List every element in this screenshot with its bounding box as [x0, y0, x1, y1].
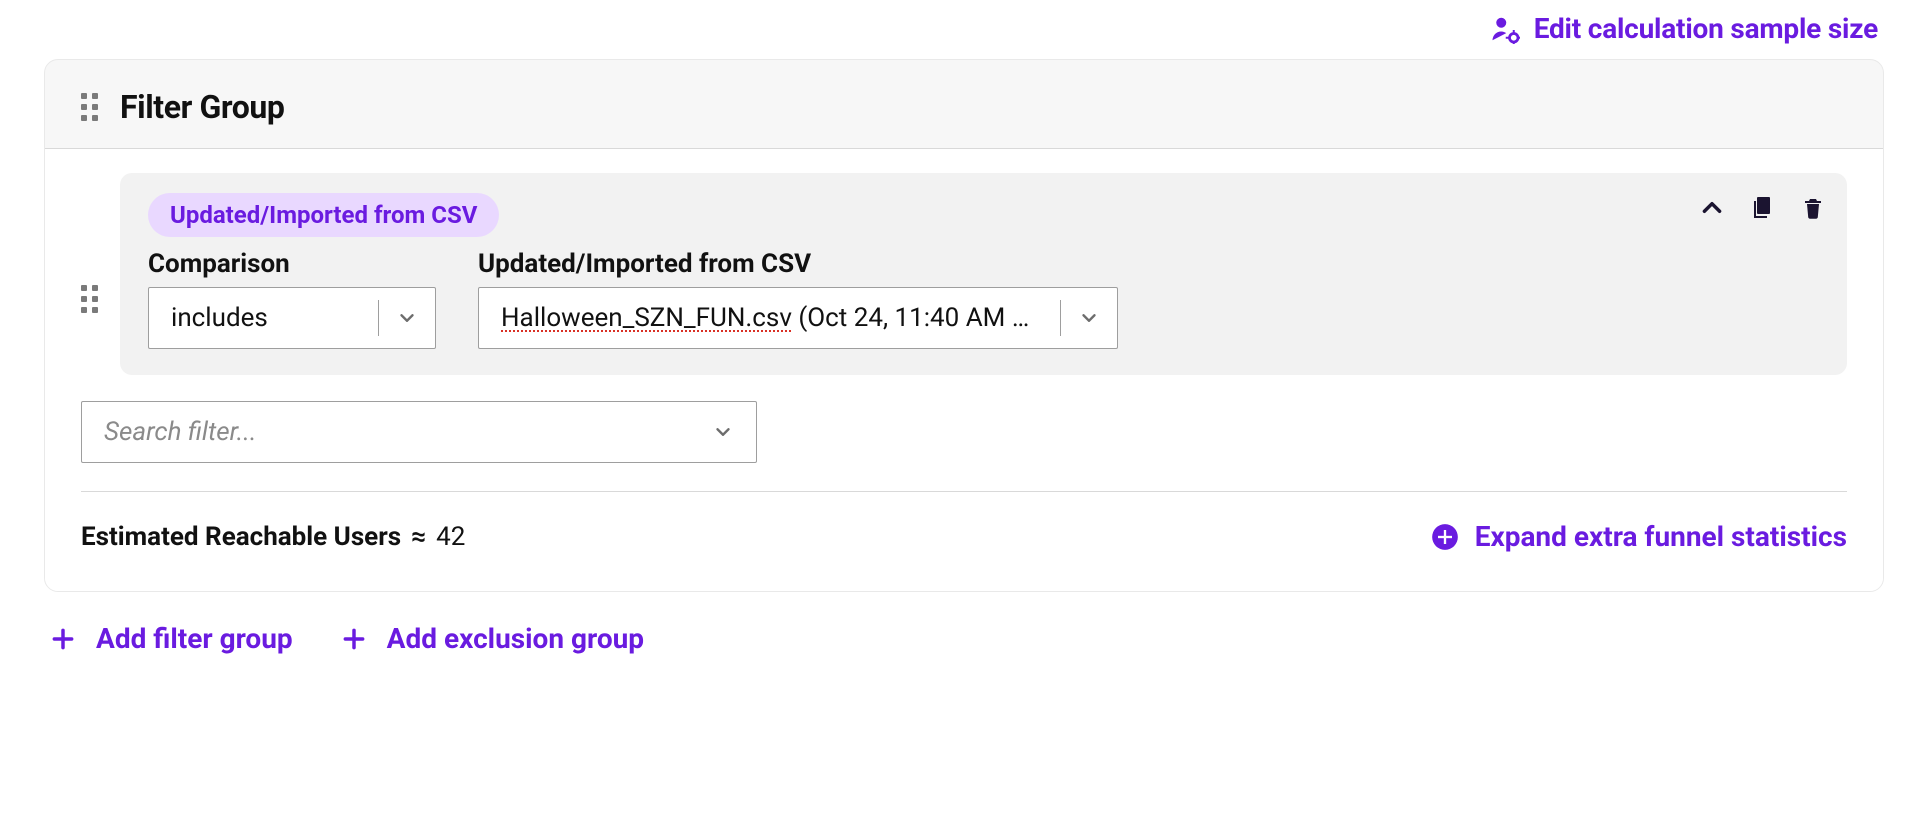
filter-card: Updated/Imported from CSV — [120, 173, 1847, 375]
add-filter-group-button[interactable]: Add filter group — [50, 622, 293, 655]
filter-chip: Updated/Imported from CSV — [148, 193, 499, 237]
chevron-down-icon — [1061, 307, 1117, 329]
estimate-label: Estimated Reachable Users — [81, 522, 401, 552]
expand-funnel-stats-label: Expand extra funnel statistics — [1475, 520, 1847, 553]
edit-sample-size-link[interactable]: Edit calculation sample size — [1490, 12, 1878, 45]
csv-file-meta: (Oct 24, 11:40 AM P… — [792, 303, 1042, 333]
csv-select[interactable]: Halloween_SZN_FUN.csv (Oct 24, 11:40 AM … — [478, 287, 1118, 349]
filter-group-panel: Filter Group Updated/Imported from CSV — [44, 59, 1884, 592]
csv-value: Halloween_SZN_FUN.csv (Oct 24, 11:40 AM … — [479, 303, 1060, 333]
copy-icon — [1751, 195, 1775, 221]
comparison-select[interactable]: includes — [148, 287, 436, 349]
panel-title: Filter Group — [120, 88, 285, 126]
user-gear-icon — [1490, 14, 1520, 44]
chevron-down-icon — [712, 421, 734, 443]
panel-header: Filter Group — [45, 60, 1883, 149]
trash-icon — [1801, 195, 1825, 221]
add-exclusion-group-label: Add exclusion group — [387, 622, 644, 655]
plus-icon — [341, 626, 367, 652]
duplicate-button[interactable] — [1751, 195, 1775, 221]
comparison-label: Comparison — [148, 249, 436, 279]
add-filter-group-label: Add filter group — [96, 622, 293, 655]
collapse-button[interactable] — [1699, 195, 1725, 221]
plus-circle-icon — [1431, 523, 1459, 551]
chevron-down-icon — [379, 307, 435, 329]
chevron-up-icon — [1699, 195, 1725, 221]
add-exclusion-group-button[interactable]: Add exclusion group — [341, 622, 644, 655]
comparison-value: includes — [149, 303, 378, 333]
csv-field-label: Updated/Imported from CSV — [478, 249, 1118, 279]
drag-handle-icon[interactable] — [81, 93, 98, 121]
edit-sample-size-label: Edit calculation sample size — [1534, 12, 1878, 45]
expand-funnel-stats-link[interactable]: Expand extra funnel statistics — [1431, 520, 1847, 553]
search-filter-select[interactable]: Search filter... — [81, 401, 757, 463]
estimate-value: 42 — [436, 522, 465, 552]
delete-button[interactable] — [1801, 195, 1825, 221]
row-drag-handle-icon[interactable] — [81, 285, 98, 313]
plus-icon — [50, 626, 76, 652]
csv-file-name: Halloween_SZN_FUN.csv — [501, 303, 792, 333]
search-placeholder: Search filter... — [104, 417, 698, 447]
estimate-text: Estimated Reachable Users ≈ 42 — [81, 522, 465, 552]
estimate-approx-symbol: ≈ — [411, 522, 426, 552]
